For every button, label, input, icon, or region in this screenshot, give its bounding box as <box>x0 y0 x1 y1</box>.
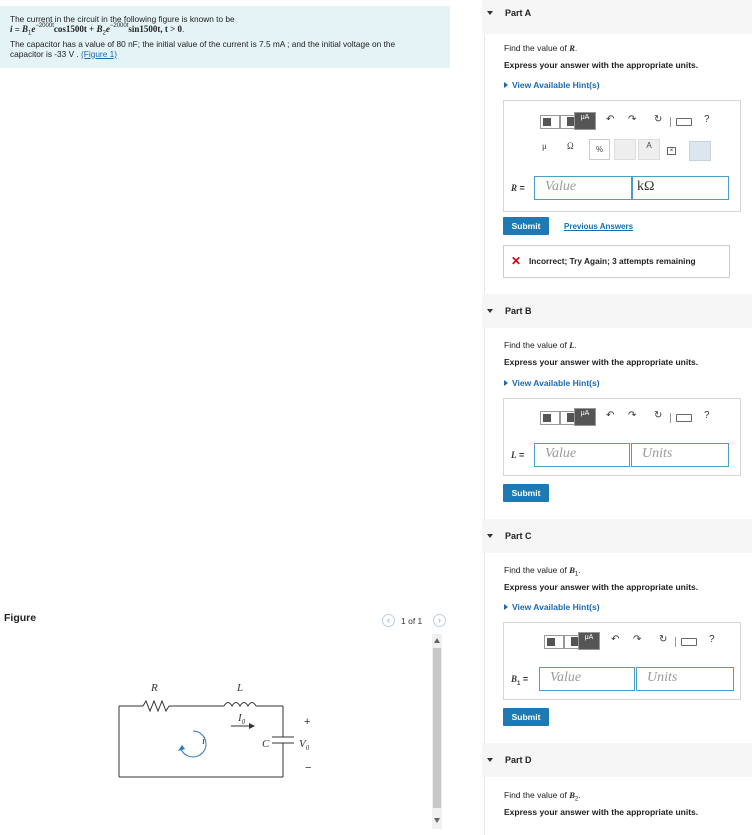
previous-answers-link[interactable]: Previous Answers <box>564 222 633 231</box>
units-button[interactable]: μA <box>574 112 596 130</box>
expand-triangle-icon <box>504 82 508 88</box>
figure-link[interactable]: (Figure 1) <box>81 49 117 59</box>
part-b-submit-button[interactable]: Submit <box>503 484 549 502</box>
template-button[interactable] <box>540 115 560 129</box>
part-b-value-input[interactable]: Value <box>534 443 630 467</box>
part-d-title: Part D <box>505 755 532 765</box>
collapse-caret-icon[interactable] <box>487 11 493 15</box>
part-a-instructions: Express your answer with the appropriate… <box>504 60 699 70</box>
part-b-units-input[interactable]: Units <box>631 443 729 467</box>
help-icon[interactable]: ? <box>704 410 710 422</box>
figure-page-count: 1 of 1 <box>401 616 423 626</box>
part-a-hint-link[interactable]: View Available Hint(s) <box>504 80 600 90</box>
toolbar-divider <box>675 637 676 647</box>
inductor-symbol <box>223 702 257 708</box>
redo-icon[interactable]: ↷ <box>628 114 636 126</box>
part-b-instructions: Express your answer with the appropriate… <box>504 357 699 367</box>
clear-icon[interactable]: × <box>667 147 676 155</box>
initial-voltage-label: V0 <box>299 738 310 752</box>
part-c-submit-button[interactable]: Submit <box>503 708 549 726</box>
part-c-hint-link[interactable]: View Available Hint(s) <box>504 602 600 612</box>
help-icon[interactable]: ? <box>709 634 715 646</box>
part-d-prompt: Find the value of B2. <box>504 790 581 803</box>
micro-symbol-button[interactable]: μ <box>542 141 547 151</box>
scroll-down-arrow-icon[interactable] <box>434 818 440 823</box>
help-icon[interactable]: ? <box>704 114 710 126</box>
loop-current-label: i <box>202 735 205 747</box>
reset-icon[interactable]: ↻ <box>659 634 667 646</box>
expand-triangle-icon <box>504 604 508 610</box>
part-a-feedback: Incorrect; Try Again; 3 attempts remaini… <box>503 245 730 278</box>
part-b-title: Part B <box>505 306 532 316</box>
resistor-symbol <box>142 699 170 713</box>
reset-icon[interactable]: ↻ <box>654 410 662 422</box>
voltage-plus-sign: + <box>304 716 310 728</box>
problem-equation: i = B1e−2000tcos1500t + B2e−2000tsin1500… <box>10 23 185 37</box>
redo-icon[interactable]: ↷ <box>628 410 636 422</box>
keypad-toggle-icon[interactable] <box>689 141 711 161</box>
collapse-caret-icon[interactable] <box>487 758 493 762</box>
part-a-variable-label: R = <box>511 183 525 193</box>
template-button[interactable] <box>540 411 560 425</box>
part-b-prompt: Find the value of L. <box>504 340 577 350</box>
figure-next-button[interactable]: › <box>433 614 446 627</box>
inductor-label: L <box>236 682 243 694</box>
part-c-value-input[interactable]: Value <box>539 667 635 691</box>
scroll-up-arrow-icon[interactable] <box>434 638 440 643</box>
problem-statement: The current in the circuit in the follow… <box>0 6 450 68</box>
units-button[interactable]: μA <box>574 408 596 426</box>
keyboard-icon[interactable] <box>681 638 697 646</box>
redo-icon[interactable]: ↷ <box>633 634 641 646</box>
part-a-value-input[interactable]: Value <box>534 176 632 200</box>
undo-icon[interactable]: ↶ <box>606 410 614 422</box>
chevron-right-icon: › <box>438 615 441 625</box>
ohm-symbol-button[interactable]: Ω <box>567 141 574 151</box>
figure-scroll-thumb[interactable] <box>433 648 441 808</box>
angstrom-button[interactable]: A <box>638 139 660 160</box>
chevron-left-icon: ‹ <box>387 615 390 625</box>
part-c-variable-label: B1 = <box>511 674 529 687</box>
units-button[interactable]: μA <box>578 632 600 650</box>
collapse-caret-icon[interactable] <box>487 309 493 313</box>
collapse-caret-icon[interactable] <box>487 534 493 538</box>
part-c-instructions: Express your answer with the appropriate… <box>504 582 699 592</box>
figure-label: Figure <box>4 612 37 624</box>
undo-icon[interactable]: ↶ <box>611 634 619 646</box>
keyboard-icon[interactable] <box>676 414 692 422</box>
circuit-diagram: R L I0 i C V0 + − <box>118 682 311 778</box>
figure-prev-button[interactable]: ‹ <box>382 614 395 627</box>
part-b-hint-link[interactable]: View Available Hint(s) <box>504 378 600 388</box>
part-d-instructions: Express your answer with the appropriate… <box>504 807 699 817</box>
problem-line-3: The capacitor has a value of 80 nF; the … <box>10 38 396 49</box>
part-a-title: Part A <box>505 8 532 18</box>
toolbar-divider <box>670 413 671 423</box>
capacitor-label: C <box>262 738 270 750</box>
part-a-submit-button[interactable]: Submit <box>503 217 549 235</box>
part-a-units-input[interactable]: kΩ <box>632 176 729 200</box>
column-divider <box>484 0 485 835</box>
part-c-units-input[interactable]: Units <box>636 667 734 691</box>
keyboard-icon[interactable] <box>676 118 692 126</box>
toolbar-divider <box>670 117 671 127</box>
percent-button[interactable]: % <box>589 139 610 160</box>
problem-line-4: capacitor is -33 V . (Figure 1) <box>10 48 117 59</box>
undo-icon[interactable]: ↶ <box>606 114 614 126</box>
initial-current-label: I0 <box>237 712 246 726</box>
resistor-label: R <box>150 682 158 694</box>
template-button[interactable] <box>544 635 564 649</box>
reset-icon[interactable]: ↻ <box>654 114 662 126</box>
blank-symbol-button[interactable] <box>614 139 636 160</box>
problem-line-1: The current in the circuit in the follow… <box>10 14 235 24</box>
part-a-prompt: Find the value of R. <box>504 43 578 53</box>
part-b-variable-label: L = <box>511 450 525 460</box>
part-c-title: Part C <box>505 531 532 541</box>
incorrect-x-icon: ✕ <box>511 254 522 268</box>
part-c-prompt: Find the value of B1. <box>504 565 581 578</box>
voltage-minus-sign: − <box>305 762 311 774</box>
expand-triangle-icon <box>504 380 508 386</box>
